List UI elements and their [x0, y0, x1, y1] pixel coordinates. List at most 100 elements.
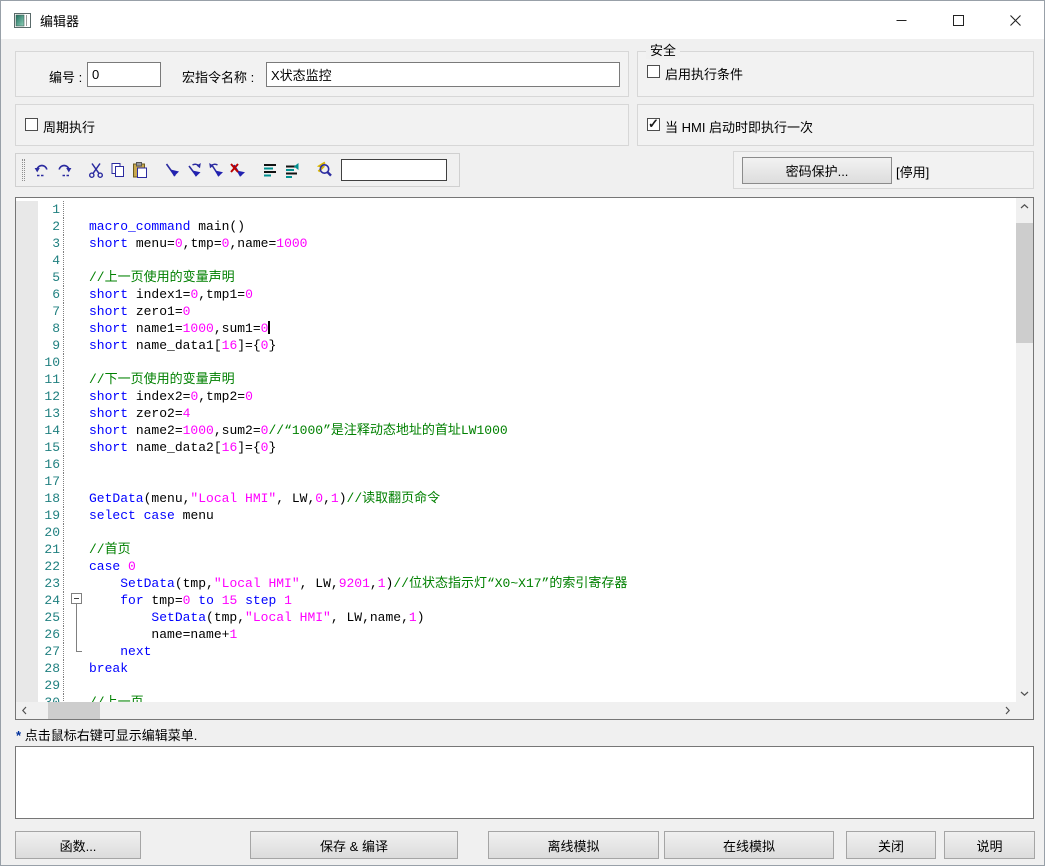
minimize-button[interactable] — [873, 1, 930, 39]
code-line: 21//首页 — [16, 541, 1016, 558]
toggle-bookmark-button[interactable] — [161, 158, 183, 182]
message-output-area[interactable] — [15, 746, 1034, 819]
window-title: 编辑器 — [40, 11, 79, 30]
code-line: 2macro_command main() — [16, 218, 1016, 235]
scroll-right-arrow[interactable] — [999, 702, 1016, 719]
code-line: 16 — [16, 456, 1016, 473]
scroll-up-arrow[interactable] — [1016, 198, 1033, 215]
startup-group: 当 HMI 启动时即执行一次 — [637, 104, 1034, 146]
code-line: 8short name1=1000,sum1=0 — [16, 320, 1016, 337]
horizontal-scrollbar[interactable] — [16, 702, 1016, 719]
code-line: 3short menu=0,tmp=0,name=1000 — [16, 235, 1016, 252]
code-line: 10 — [16, 354, 1016, 371]
periodic-group: 周期执行 — [15, 104, 629, 146]
next-bookmark-button[interactable] — [183, 158, 205, 182]
fold-marker[interactable] — [63, 609, 89, 626]
fold-marker[interactable] — [63, 643, 89, 660]
macro-number-input[interactable] — [87, 62, 161, 87]
fold-marker[interactable] — [63, 592, 89, 609]
chevron-left-icon — [22, 706, 27, 715]
password-group: 密码保护... [停用] — [733, 151, 1034, 189]
offline-simulation-button[interactable]: 离线模拟 — [488, 831, 659, 859]
scroll-down-arrow[interactable] — [1016, 685, 1033, 702]
right-click-hint: * 点击鼠标右键可显示编辑菜单. — [16, 725, 197, 744]
code-line: 23 SetData(tmp,"Local HMI", LW,9201,1)//… — [16, 575, 1016, 592]
functions-button[interactable]: 函数... — [15, 831, 141, 859]
code-editor[interactable]: 12macro_command main()3short menu=0,tmp=… — [16, 198, 1016, 702]
next-bookmark-icon — [185, 161, 203, 179]
clear-bookmarks-icon — [229, 161, 247, 179]
startup-label: 当 HMI 启动时即执行一次 — [665, 117, 813, 136]
code-line: 27 next — [16, 643, 1016, 660]
code-line: 28break — [16, 660, 1016, 677]
code-editor-panel: 12macro_command main()3short menu=0,tmp=… — [15, 197, 1034, 720]
scroll-left-arrow[interactable] — [16, 702, 33, 719]
code-line: 13short zero2=4 — [16, 405, 1016, 422]
search-input[interactable] — [341, 159, 447, 181]
clear-bookmarks-button[interactable] — [227, 158, 249, 182]
code-line: 25 SetData(tmp,"Local HMI", LW,name,1) — [16, 609, 1016, 626]
window-controls — [873, 1, 1044, 39]
macro-name-label: 宏指令名称 : — [182, 67, 254, 86]
chevron-down-icon — [1020, 691, 1029, 696]
cut-button[interactable] — [85, 158, 107, 182]
find-icon — [315, 161, 333, 179]
code-line: 29 — [16, 677, 1016, 694]
code-line: 26 name=name+1 — [16, 626, 1016, 643]
periodic-label: 周期执行 — [43, 117, 95, 136]
minimize-icon — [896, 15, 907, 26]
outdent-button[interactable] — [281, 158, 303, 182]
code-line: 19select case menu — [16, 507, 1016, 524]
hint-text: 点击鼠标右键可显示编辑菜单. — [25, 728, 198, 743]
toolbar-grip[interactable] — [22, 159, 25, 181]
password-protect-button[interactable]: 密码保护... — [742, 157, 892, 184]
maximize-icon — [953, 15, 964, 26]
paste-button[interactable] — [129, 158, 151, 182]
copy-button[interactable] — [107, 158, 129, 182]
horizontal-scroll-track[interactable] — [33, 702, 999, 719]
code-line: 5//上一页使用的变量声明 — [16, 269, 1016, 286]
startup-checkbox[interactable] — [647, 118, 660, 131]
redo-button[interactable] — [53, 158, 75, 182]
copy-icon — [109, 161, 127, 179]
vertical-scrollbar[interactable] — [1016, 198, 1033, 702]
undo-button[interactable] — [31, 158, 53, 182]
code-line: 12short index2=0,tmp2=0 — [16, 388, 1016, 405]
code-line: 22case 0 — [16, 558, 1016, 575]
chevron-up-icon — [1020, 204, 1029, 209]
online-simulation-button[interactable]: 在线模拟 — [664, 831, 834, 859]
find-button[interactable] — [313, 158, 335, 182]
fold-marker[interactable] — [63, 626, 89, 643]
vertical-scroll-thumb[interactable] — [1016, 223, 1033, 343]
chevron-right-icon — [1005, 706, 1010, 715]
code-line: 30//上一页 — [16, 694, 1016, 702]
macro-name-input[interactable] — [266, 62, 620, 87]
cut-icon — [87, 161, 105, 179]
code-lines: 12macro_command main()3short menu=0,tmp=… — [16, 201, 1016, 702]
text-caret — [268, 321, 270, 334]
redo-icon — [55, 161, 73, 179]
save-compile-button[interactable]: 保存 & 编译 — [250, 831, 458, 859]
code-line: 11//下一页使用的变量声明 — [16, 371, 1016, 388]
indent-button[interactable] — [259, 158, 281, 182]
id-name-group: 编号 : 宏指令名称 : — [15, 51, 629, 97]
code-line: 24 for tmp=0 to 15 step 1 — [16, 592, 1016, 609]
titlebar: 编辑器 — [1, 1, 1044, 39]
horizontal-scroll-thumb[interactable] — [48, 702, 100, 719]
close-button[interactable] — [987, 1, 1044, 39]
code-line: 17 — [16, 473, 1016, 490]
help-button[interactable]: 说明 — [944, 831, 1035, 859]
code-line: 4 — [16, 252, 1016, 269]
periodic-checkbox[interactable] — [25, 118, 38, 131]
toggle-bookmark-icon — [163, 161, 181, 179]
editor-toolbar — [15, 153, 460, 187]
password-status: [停用] — [896, 162, 929, 181]
code-line: 6short index1=0,tmp1=0 — [16, 286, 1016, 303]
previous-bookmark-button[interactable] — [205, 158, 227, 182]
close-dialog-button[interactable]: 关闭 — [846, 831, 936, 859]
indent-icon — [261, 161, 279, 179]
code-line: 14short name2=1000,sum2=0//“1000”是注释动态地址… — [16, 422, 1016, 439]
enable-condition-checkbox[interactable] — [647, 65, 660, 78]
maximize-button[interactable] — [930, 1, 987, 39]
previous-bookmark-icon — [207, 161, 225, 179]
